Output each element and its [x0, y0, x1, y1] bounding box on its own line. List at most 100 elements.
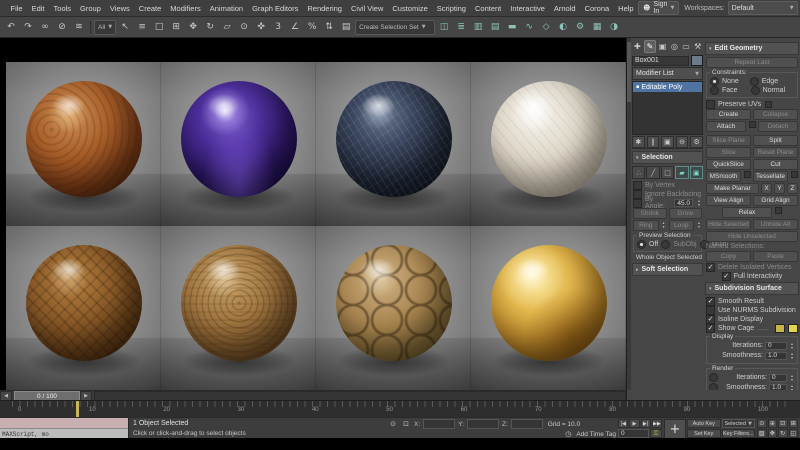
menu-item[interactable]: Animation [205, 4, 247, 13]
configure-modifier-sets-icon[interactable]: ⚙ [690, 135, 703, 148]
y-coordinate-field[interactable] [466, 419, 499, 429]
iterations-spinner[interactable] [789, 341, 795, 350]
rollout-soft-selection[interactable]: ▸ Soft Selection [632, 263, 703, 276]
polygon-mode-icon[interactable]: ▰ [675, 166, 689, 179]
constraint-face-radio[interactable] [710, 85, 719, 95]
window-crossing-icon[interactable]: ⊞ [168, 19, 184, 35]
create-button[interactable]: Create [706, 109, 751, 120]
rollout-selection[interactable]: ▾ Selection [632, 151, 703, 164]
grow-button[interactable]: Grow [668, 208, 702, 219]
macro-recorder-line[interactable] [0, 418, 128, 429]
attach-button[interactable]: Attach [706, 121, 746, 132]
split-button[interactable]: Split [753, 135, 798, 146]
by-angle-spinner[interactable] [696, 199, 702, 208]
curve-editor-icon[interactable]: ∿ [521, 19, 537, 35]
object-color-swatch[interactable] [691, 55, 703, 66]
track-bar[interactable]: 0 10 20 30 40 50 60 70 80 90 100 [0, 400, 800, 418]
constraint-edge-radio[interactable] [749, 76, 759, 86]
rendered-frame-window-icon[interactable]: ▦ [589, 19, 605, 35]
set-keys-button[interactable]: + [664, 419, 686, 440]
selection-filter-dropdown[interactable]: All ▼ [94, 19, 117, 35]
tab-utilities[interactable]: ⚒ [692, 40, 703, 53]
collapse-button[interactable]: Collapse [753, 109, 798, 120]
render-iterations-radio[interactable] [709, 373, 718, 382]
relax-button[interactable]: Relax [722, 207, 772, 218]
zoom-all-icon[interactable]: ⊕ [767, 419, 777, 428]
zoom-icon[interactable]: ⊙ [757, 419, 767, 428]
cage-color-swatch-1[interactable] [775, 323, 785, 333]
rollout-subdivision-surface[interactable]: ▾ Subdivision Surface [705, 282, 799, 295]
tab-modify[interactable]: ✎ [643, 40, 657, 53]
panel-scrollbar[interactable] [627, 38, 631, 400]
pan-icon[interactable]: ✥ [767, 429, 777, 438]
next-frame-icon[interactable]: ▶| [640, 419, 651, 428]
use-center-icon[interactable]: ⊙ [236, 19, 252, 35]
menu-item[interactable]: File [6, 4, 27, 13]
undo-icon[interactable]: ↶ [3, 19, 19, 35]
planar-x-button[interactable]: X [761, 183, 772, 194]
sign-in-button[interactable]: ☻ Sign In ▼ [638, 1, 680, 15]
spinner-snap-icon[interactable]: ⇅ [321, 19, 337, 35]
key-set-dropdown[interactable]: Selected ▼ [721, 419, 755, 428]
grid-align-button[interactable]: Grid Align [753, 195, 798, 206]
menu-item[interactable]: Graph Editors [248, 4, 303, 13]
pin-stack-icon[interactable]: ✱ [632, 135, 645, 148]
repeat-last-button[interactable]: Repeat Last [706, 57, 798, 68]
isolate-selection-icon[interactable]: ⊙ [388, 420, 398, 429]
material-editor-icon[interactable]: ◐ [555, 19, 571, 35]
constraint-none-radio[interactable] [710, 76, 719, 86]
select-and-link-icon[interactable]: ∞ [37, 19, 53, 35]
reset-plane-button[interactable]: Reset Plane [753, 147, 798, 158]
tessellate-button[interactable]: Tessellate [753, 171, 788, 182]
show-end-result-icon[interactable]: ∥ [646, 135, 660, 148]
toggle-layer-explorer-icon[interactable]: ▤ [487, 19, 503, 35]
by-vertex-checkbox[interactable] [633, 180, 642, 190]
preserve-uvs-settings[interactable] [765, 100, 773, 108]
show-cage-checkbox[interactable] [706, 323, 715, 333]
menu-item[interactable]: Edit [27, 4, 49, 13]
loop-spinner[interactable] [696, 220, 702, 229]
snaps-toggle-icon[interactable]: 3 [270, 19, 286, 35]
redo-icon[interactable]: ↷ [20, 19, 36, 35]
iterations-value[interactable]: 0 [765, 341, 787, 350]
auto-key-button[interactable]: Auto Key [687, 419, 721, 428]
tab-motion[interactable]: ◎ [669, 40, 680, 53]
msmooth-button[interactable]: MSmooth [706, 171, 741, 182]
isoline-display-checkbox[interactable] [706, 314, 715, 324]
schematic-view-icon[interactable]: ◇ [538, 19, 554, 35]
maxscript-mini-listener[interactable]: MAXScript, mo [0, 418, 129, 439]
selection-lock-icon[interactable]: ⊡ [401, 420, 411, 429]
menu-item[interactable]: Scripting [432, 4, 470, 13]
play-icon[interactable]: ▶ [629, 419, 640, 428]
menu-item[interactable]: Rendering [303, 4, 347, 13]
border-mode-icon[interactable]: □ [660, 166, 675, 179]
modifier-list-dropdown[interactable]: Modifier List ▼ [632, 67, 703, 80]
bind-to-space-warp-icon[interactable]: ≋ [71, 19, 87, 35]
align-icon[interactable]: ≣ [453, 19, 469, 35]
menu-item[interactable]: Corona [580, 4, 614, 13]
menu-item[interactable]: Customize [388, 4, 432, 13]
menu-item[interactable]: Group [76, 4, 106, 13]
selection-region-icon[interactable]: □ [151, 19, 167, 35]
ignore-backfacing-checkbox[interactable] [633, 189, 642, 199]
edit-named-selection-sets-icon[interactable]: ▤ [338, 19, 354, 35]
edge-mode-icon[interactable]: ╱ [646, 166, 660, 179]
use-nurms-checkbox[interactable] [706, 305, 715, 315]
preview-subobj-radio[interactable] [661, 239, 671, 249]
go-to-end-icon[interactable]: ▶▶ [651, 419, 662, 428]
tab-hierarchy[interactable]: ▣ [657, 40, 668, 53]
menu-item[interactable]: Tools [49, 4, 76, 13]
maximize-viewport-icon[interactable]: ◱ [788, 429, 798, 438]
menu-item[interactable]: Content [470, 4, 505, 13]
toggle-ribbon-icon[interactable]: ▬ [504, 19, 520, 35]
paste-button[interactable]: Paste [753, 251, 798, 262]
tab-create[interactable]: ✚ [632, 40, 643, 53]
zoom-extents-icon[interactable]: ⊡ [778, 419, 788, 428]
select-by-name-icon[interactable]: ≡ [134, 19, 150, 35]
delete-isolated-vertices-checkbox[interactable] [706, 262, 715, 272]
render-setup-icon[interactable]: ⚙ [572, 19, 588, 35]
smoothness-spinner[interactable] [789, 351, 795, 360]
orbit-icon[interactable]: ↻ [778, 429, 788, 438]
constraint-normal-radio[interactable] [750, 85, 760, 95]
named-selection-sets-dropdown[interactable]: Create Selection Set ▼ [355, 19, 436, 35]
